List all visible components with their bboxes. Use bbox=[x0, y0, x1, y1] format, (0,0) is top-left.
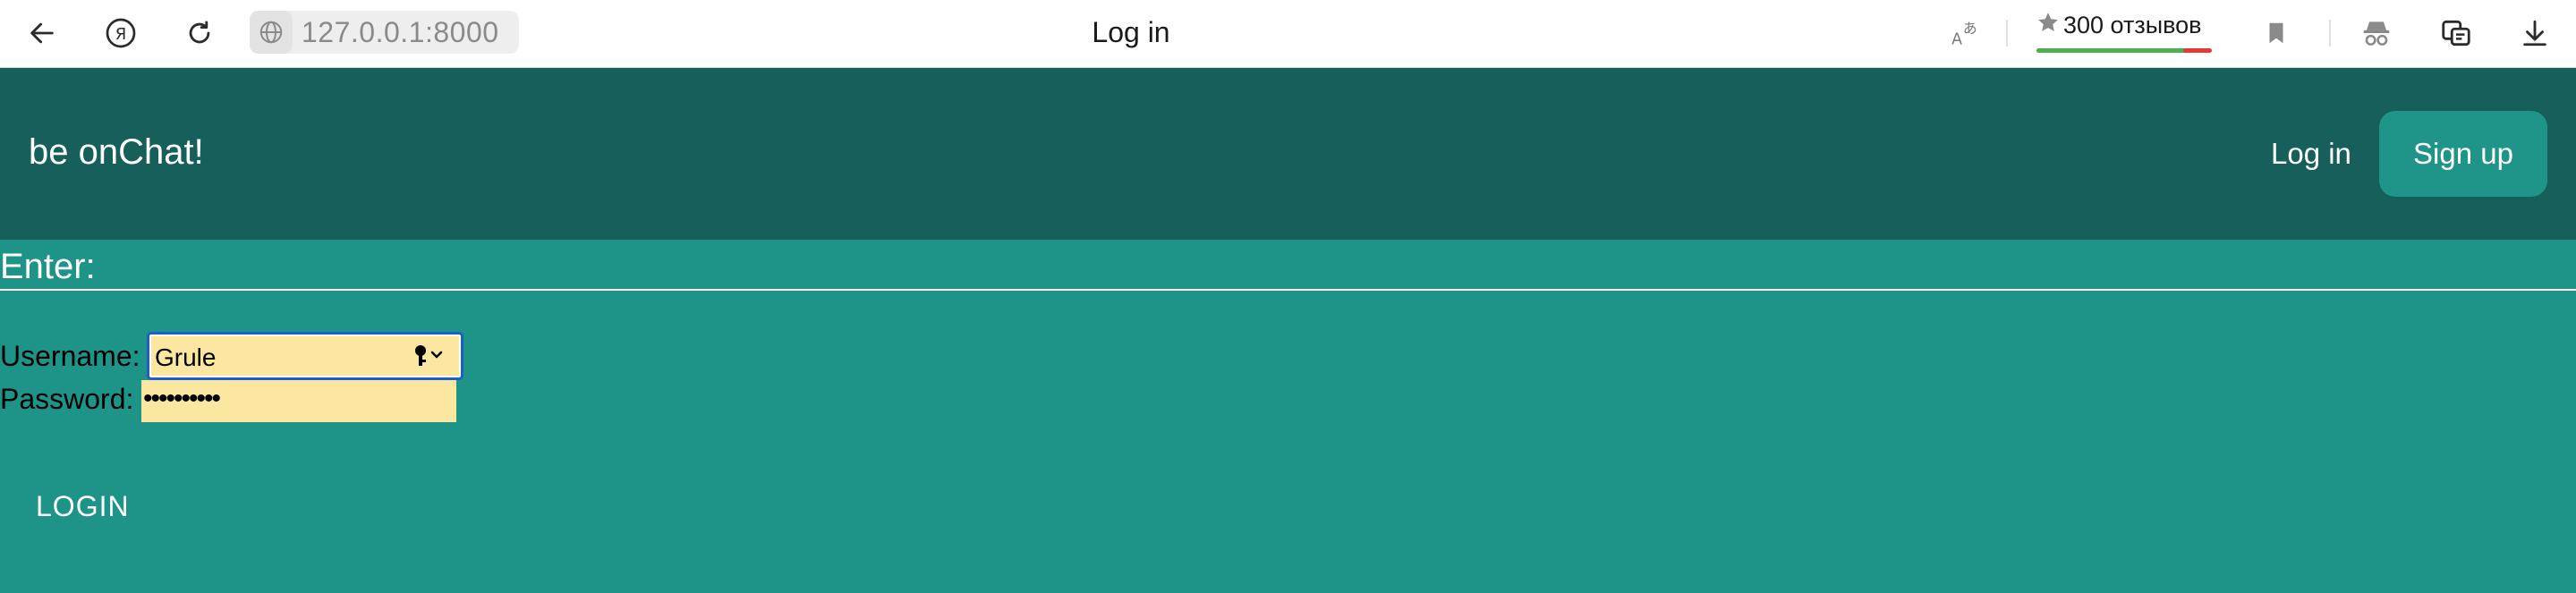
reviews-count: 300 отзывов bbox=[2063, 12, 2202, 38]
brand-logo[interactable]: be onChat! bbox=[29, 132, 204, 173]
nav-login-link[interactable]: Log in bbox=[2271, 137, 2351, 171]
key-icon[interactable] bbox=[412, 343, 448, 373]
username-label: Username: bbox=[0, 340, 140, 372]
password-field[interactable]: •••••••••• bbox=[141, 380, 456, 422]
page-title: Log in bbox=[1092, 16, 1170, 48]
login-section: Enter: Username: Grule Password: •••••••… bbox=[0, 240, 2576, 593]
site-navbar: be onChat! Log in Sign up bbox=[0, 68, 2576, 240]
toolbar-divider bbox=[2329, 20, 2331, 47]
toolbar-divider bbox=[2006, 20, 2008, 47]
reviews-widget[interactable]: 300 отзывов bbox=[2036, 11, 2212, 53]
username-value: Grule bbox=[155, 343, 217, 371]
form-heading: Enter: bbox=[0, 247, 96, 286]
reviews-rating-bar bbox=[2036, 48, 2212, 53]
login-button[interactable]: LOGIN bbox=[36, 490, 130, 523]
svg-text:あ: あ bbox=[1963, 20, 1977, 37]
svg-text:A: A bbox=[1951, 31, 1962, 49]
reader-icon[interactable] bbox=[2436, 13, 2477, 54]
download-icon[interactable] bbox=[2514, 13, 2555, 54]
translate-icon[interactable]: Aあ bbox=[1945, 13, 1986, 54]
incognito-icon[interactable] bbox=[2356, 13, 2397, 54]
star-icon bbox=[2036, 11, 2060, 40]
divider bbox=[0, 289, 2576, 291]
password-label: Password: bbox=[0, 383, 134, 415]
username-field[interactable]: Grule bbox=[147, 332, 463, 380]
password-value: •••••••••• bbox=[143, 384, 221, 413]
bookmark-icon[interactable] bbox=[2256, 13, 2297, 54]
signup-button[interactable]: Sign up bbox=[2379, 111, 2547, 197]
browser-toolbar: Я 127.0.0.1:8000 Log in Aあ 300 отзывов bbox=[0, 0, 2576, 68]
